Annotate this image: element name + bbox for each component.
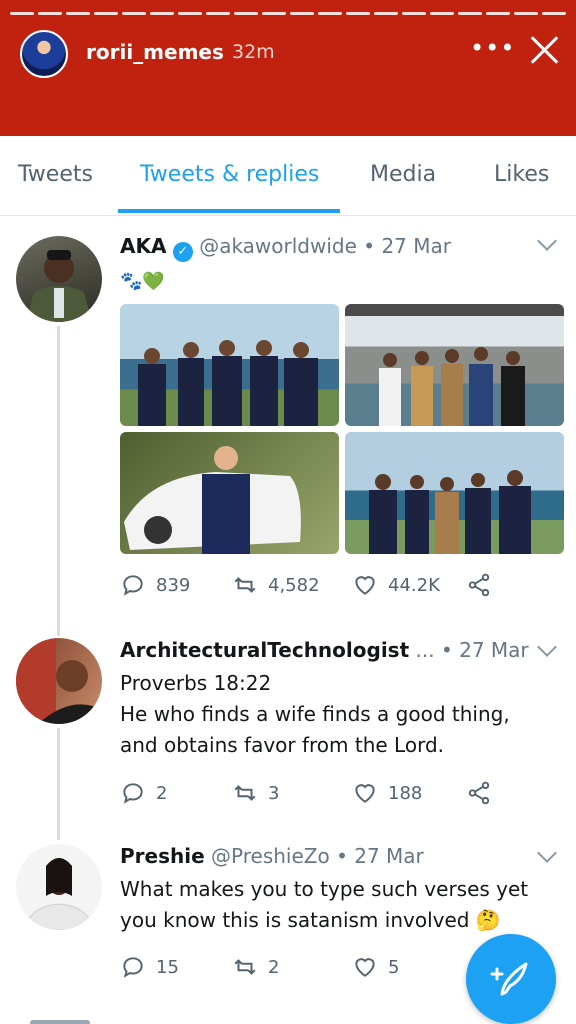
tweet-text: Proverbs 18:22 He who finds a wife finds… <box>120 671 510 757</box>
share-button[interactable] <box>466 572 492 598</box>
retweet-button[interactable]: 3 <box>232 780 279 806</box>
tweet-photo[interactable] <box>120 304 339 426</box>
tweet-text: What makes you to type such verses yet y… <box>120 877 529 932</box>
retweet-button[interactable]: 4,582 <box>232 572 320 598</box>
tweet-photo[interactable] <box>345 304 564 426</box>
reply-count: 15 <box>156 956 179 978</box>
like-count: 44.2K <box>388 574 440 596</box>
thread-line <box>57 728 60 840</box>
compose-tweet-icon <box>490 962 528 996</box>
tab-tweets-replies[interactable]: Tweets & replies <box>140 162 319 187</box>
share-icon <box>468 573 490 597</box>
avatar[interactable] <box>16 236 102 322</box>
close-icon[interactable] <box>526 32 562 68</box>
heart-icon <box>355 784 375 803</box>
reply-icon <box>123 575 143 596</box>
avatar[interactable] <box>16 638 102 724</box>
tweet-photo-grid <box>120 304 564 554</box>
heart-icon <box>355 958 375 977</box>
tweet-text: 🐾💚 <box>120 271 165 292</box>
chevron-down-icon[interactable] <box>537 231 557 251</box>
reply-count: 2 <box>156 782 168 804</box>
tweet-photo[interactable] <box>345 432 564 554</box>
name-truncation: ... <box>415 638 435 662</box>
reply-icon <box>123 783 143 804</box>
like-button[interactable]: 44.2K <box>352 572 440 598</box>
retweet-icon <box>234 577 256 593</box>
tweet-actions: 2 3 188 <box>120 780 560 810</box>
compose-tweet-button[interactable] <box>466 934 556 1024</box>
reply-button[interactable]: 839 <box>120 572 190 598</box>
tweet-date: 27 Mar <box>459 638 529 662</box>
tweet-author-name[interactable]: ArchitecturalTechnologist <box>120 638 409 662</box>
verified-icon: ✓ <box>172 242 193 262</box>
retweet-count: 4,582 <box>268 574 320 596</box>
tab-likes[interactable]: Likes <box>494 162 549 187</box>
like-count: 188 <box>388 782 423 804</box>
profile-tabs: Tweets Tweets & replies Media Likes <box>0 136 576 216</box>
retweet-count: 2 <box>268 956 280 978</box>
like-count: 5 <box>388 956 400 978</box>
tab-media[interactable]: Media <box>370 162 436 187</box>
chevron-down-icon[interactable] <box>537 637 557 657</box>
tweet-handle[interactable]: @akaworldwide <box>199 234 357 258</box>
avatar[interactable] <box>16 844 102 930</box>
retweet-count: 3 <box>268 782 280 804</box>
share-button[interactable] <box>466 780 492 806</box>
chevron-down-icon[interactable] <box>537 843 557 863</box>
tweet-date: 27 Mar <box>354 844 424 868</box>
reply-count: 839 <box>156 574 191 596</box>
retweet-icon <box>234 785 256 801</box>
active-tab-indicator <box>118 209 340 213</box>
heart-icon <box>355 576 375 595</box>
story-timestamp: 32m <box>232 41 275 63</box>
tweet-actions: 839 4,582 44.2K <box>120 572 560 602</box>
next-tweet-peek <box>0 1012 576 1024</box>
like-button[interactable]: 5 <box>352 954 399 980</box>
thread-line <box>57 326 60 636</box>
share-icon <box>468 781 490 805</box>
reply-button[interactable]: 2 <box>120 780 167 806</box>
tweet-photo[interactable] <box>120 432 339 554</box>
more-icon[interactable]: ••• <box>470 34 515 62</box>
tweet-handle[interactable]: @PreshieZo <box>211 844 330 868</box>
story-header: rorii_memes 32m ••• <box>0 0 576 136</box>
reply-icon <box>123 957 143 978</box>
story-username[interactable]: rorii_memes <box>86 40 224 64</box>
story-progress-bar <box>10 12 566 15</box>
tab-tweets[interactable]: Tweets <box>18 162 93 187</box>
story-user-avatar[interactable] <box>20 30 68 78</box>
tweet-date: 27 Mar <box>381 234 451 258</box>
tweet-author-name[interactable]: Preshie <box>120 844 205 868</box>
reply-button[interactable]: 15 <box>120 954 179 980</box>
retweet-button[interactable]: 2 <box>232 954 279 980</box>
like-button[interactable]: 188 <box>352 780 422 806</box>
retweet-icon <box>234 959 256 975</box>
tweet-author-name[interactable]: AKA <box>120 234 166 258</box>
